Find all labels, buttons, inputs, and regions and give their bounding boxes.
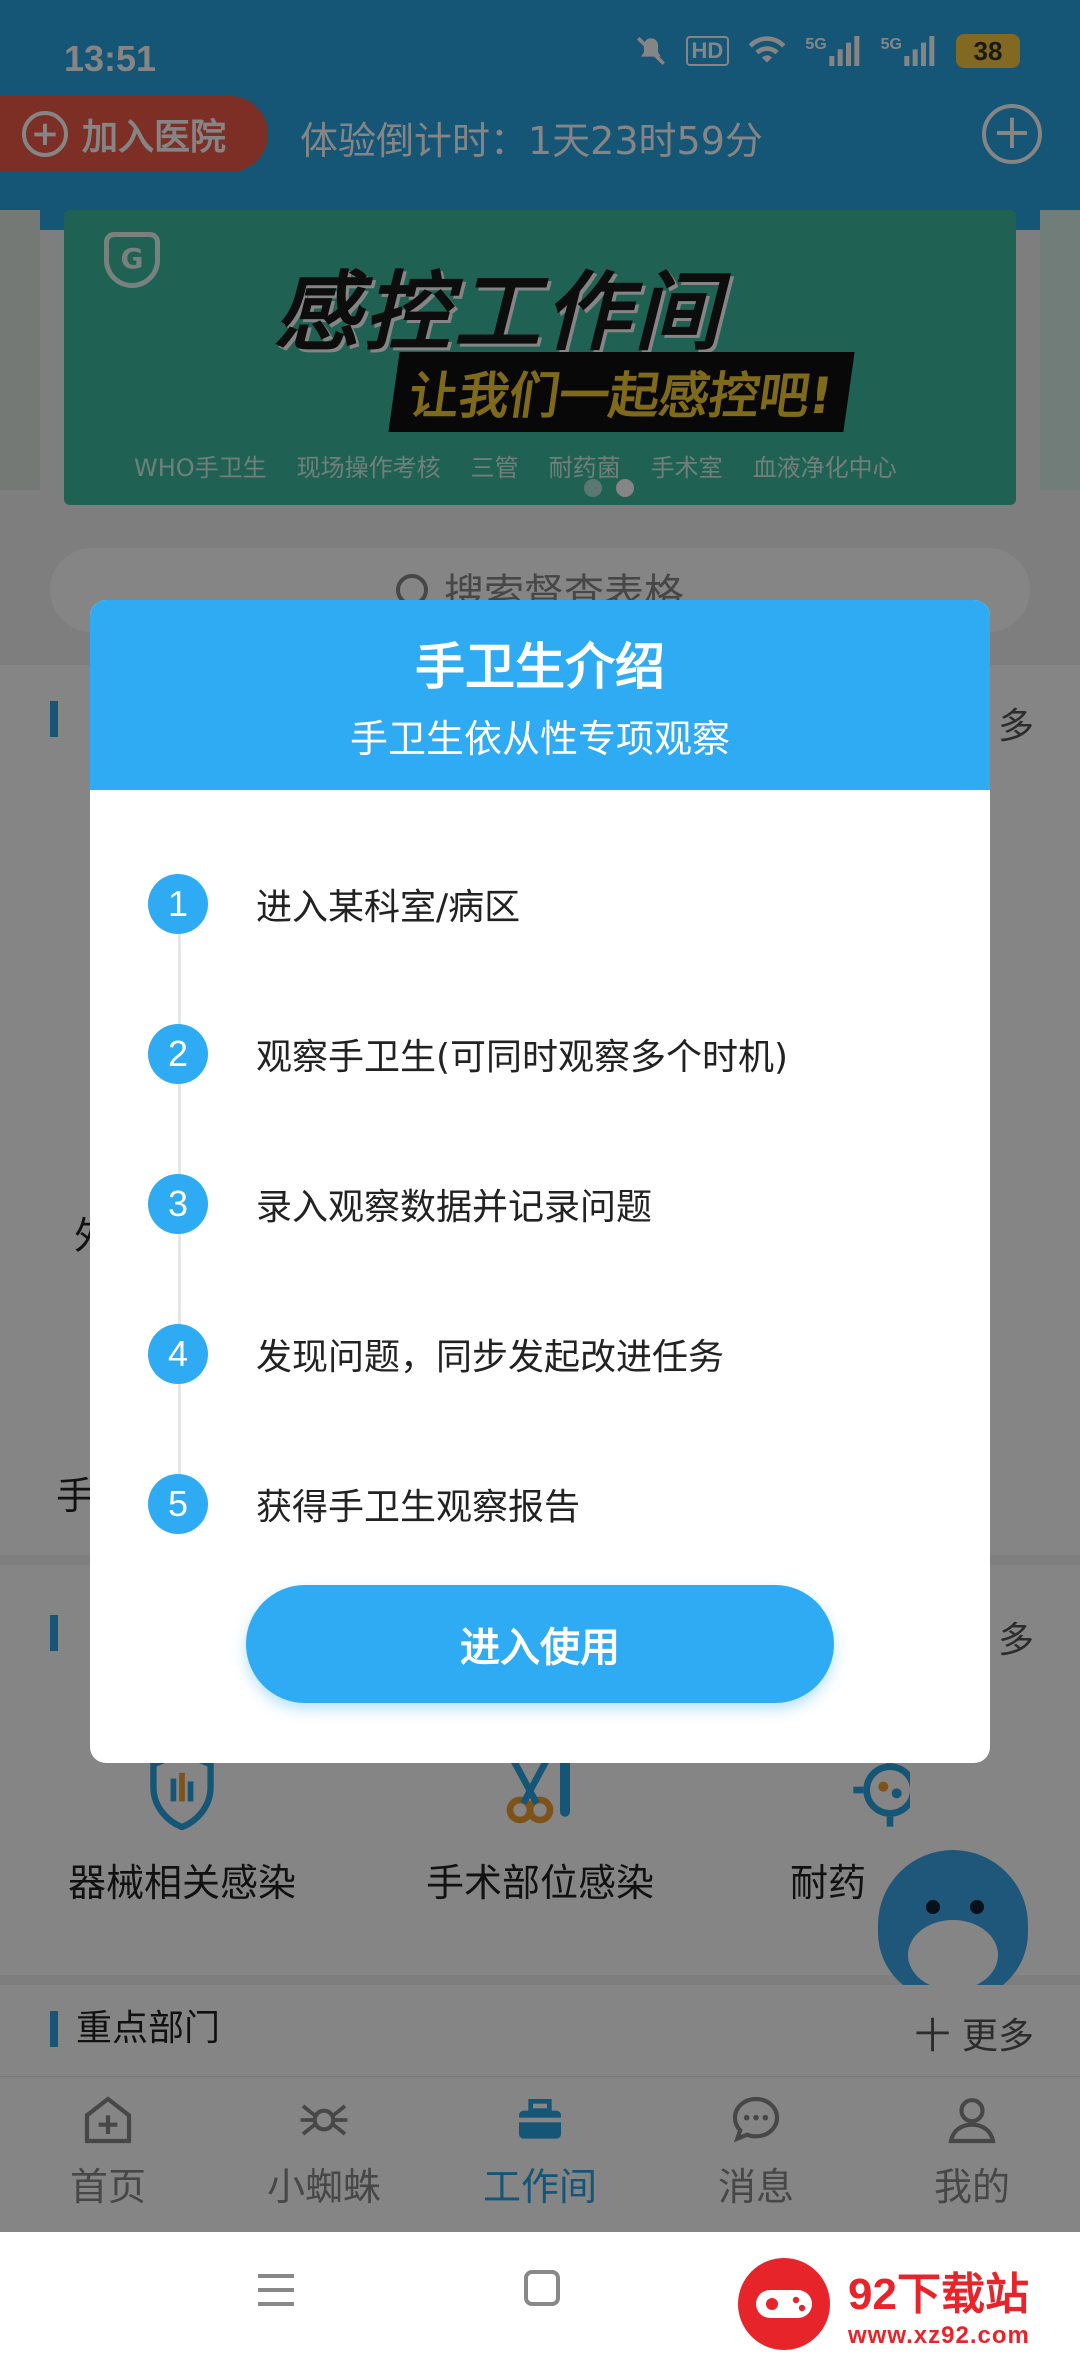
step-item: 5 获得手卫生观察报告: [148, 1473, 580, 1535]
step-text: 观察手卫生(可同时观察多个时机): [256, 1037, 789, 1078]
step-number: 4: [148, 1324, 208, 1384]
step-number: 3: [148, 1174, 208, 1234]
home-square-icon[interactable]: [524, 2270, 560, 2306]
step-item: 4 发现问题，同步发起改进任务: [148, 1323, 724, 1385]
dialog-subtitle: 手卫生依从性专项观察: [349, 717, 730, 761]
step-item: 3 录入观察数据并记录问题: [148, 1173, 652, 1235]
watermark-title: 92下载站: [848, 2270, 1029, 2319]
dialog-header: 手卫生介绍 手卫生依从性专项观察: [90, 600, 990, 790]
step-text: 获得手卫生观察报告: [256, 1487, 581, 1528]
step-item: 1 进入某科室/病区: [148, 873, 520, 935]
step-text: 发现问题，同步发起改进任务: [256, 1337, 725, 1378]
step-number: 5: [148, 1474, 208, 1534]
watermark-url: www.xz92.com: [848, 2322, 1030, 2349]
enter-use-button[interactable]: 进入使用: [246, 1585, 834, 1703]
step-text: 进入某科室/病区: [256, 887, 521, 928]
dialog-title: 手卫生介绍: [415, 638, 665, 696]
step-number: 2: [148, 1024, 208, 1084]
step-number: 1: [148, 874, 208, 934]
menu-icon[interactable]: [258, 2274, 294, 2316]
hand-hygiene-intro-dialog: 手卫生介绍 手卫生依从性专项观察 1 进入某科室/病区 2 观察手卫生(可同时观…: [90, 600, 990, 1763]
watermark-text: 92下载站 www.xz92.com: [848, 2258, 1030, 2350]
step-item: 2 观察手卫生(可同时观察多个时机): [148, 1023, 788, 1085]
step-text: 录入观察数据并记录问题: [256, 1187, 653, 1228]
site-watermark: 92下载站 www.xz92.com: [698, 2232, 1080, 2376]
watermark-logo-icon: [738, 2258, 830, 2350]
